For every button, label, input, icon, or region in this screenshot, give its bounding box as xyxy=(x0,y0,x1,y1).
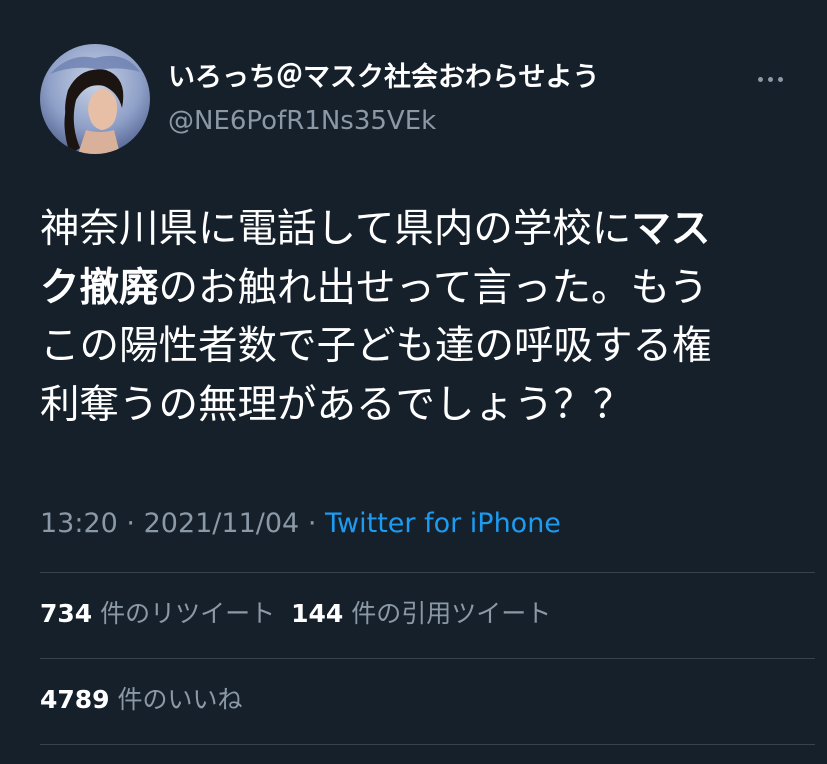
tweet-text: 神奈川県に電話して県内の学校にマス ク撤廃のお触れ出せって言った。もう この陽性者数… xyxy=(40,200,800,434)
likes-stat[interactable]: 4789 件のいいね xyxy=(40,685,243,714)
meta-separator: · xyxy=(307,508,317,539)
tweet-text-segment: 神奈川県に電話して県内の学校に xyxy=(40,206,632,252)
tweet-text-segment: この陽性者数で子ども達の呼吸する権 xyxy=(40,323,712,369)
tweet-source-link[interactable]: Twitter for iPhone xyxy=(325,508,561,539)
tweet-text-line: 神奈川県に電話して県内の学校にマス xyxy=(40,200,800,259)
avatar[interactable] xyxy=(40,44,150,154)
retweets-label: 件のリツイート xyxy=(100,599,276,628)
tweet-text-line: 利奪うの無理があるでしょう？？ xyxy=(40,376,800,435)
retweets-count: 734 xyxy=(40,599,93,628)
display-name[interactable]: いろっち＠マスク社会おわらせよう xyxy=(168,60,599,96)
tweet-detail: いろっち＠マスク社会おわらせよう @NE6PofR1Ns35VEk 神奈川県に電… xyxy=(0,0,827,764)
tweet-text-line: この陽性者数で子ども達の呼吸する権 xyxy=(40,317,800,376)
tweet-text-line: ク撤廃のお触れ出せって言った。もう xyxy=(40,259,800,318)
retweets-stat[interactable]: 734 件のリツイート xyxy=(40,599,275,628)
tweet-text-segment: のお触れ出せって言った。もう xyxy=(158,264,709,311)
user-handle[interactable]: @NE6PofR1Ns35VEk xyxy=(168,104,436,138)
more-dots-icon[interactable] xyxy=(748,62,792,96)
dot xyxy=(777,76,783,82)
quotes-count: 144 xyxy=(291,599,344,628)
meta-separator: · xyxy=(126,508,135,539)
tweet-text-bold: ク撤廃 xyxy=(40,264,159,311)
tweet-text-bold: マス xyxy=(631,206,711,252)
divider xyxy=(40,744,815,745)
divider xyxy=(40,658,815,659)
tweet-text-segment: 利奪うの無理があるでしょう？？ xyxy=(40,381,633,428)
likes-label: 件のいいね xyxy=(117,685,243,714)
quotes-label: 件の引用ツイート xyxy=(351,599,552,628)
likes-count: 4789 xyxy=(40,685,110,714)
divider xyxy=(40,572,815,573)
likes-row: 4789 件のいいね xyxy=(40,682,243,718)
quotes-stat[interactable]: 144 件の引用ツイート xyxy=(291,599,551,628)
engagement-row: 734 件のリツイート 144 件の引用ツイート xyxy=(40,596,551,632)
tweet-date[interactable]: 2021/11/04 xyxy=(144,508,300,539)
tweet-time[interactable]: 13:20 xyxy=(40,508,118,539)
dot xyxy=(767,76,773,82)
dot xyxy=(757,76,763,82)
tweet-meta: 13:20 · 2021/11/04 · Twitter for iPhone xyxy=(40,504,561,544)
